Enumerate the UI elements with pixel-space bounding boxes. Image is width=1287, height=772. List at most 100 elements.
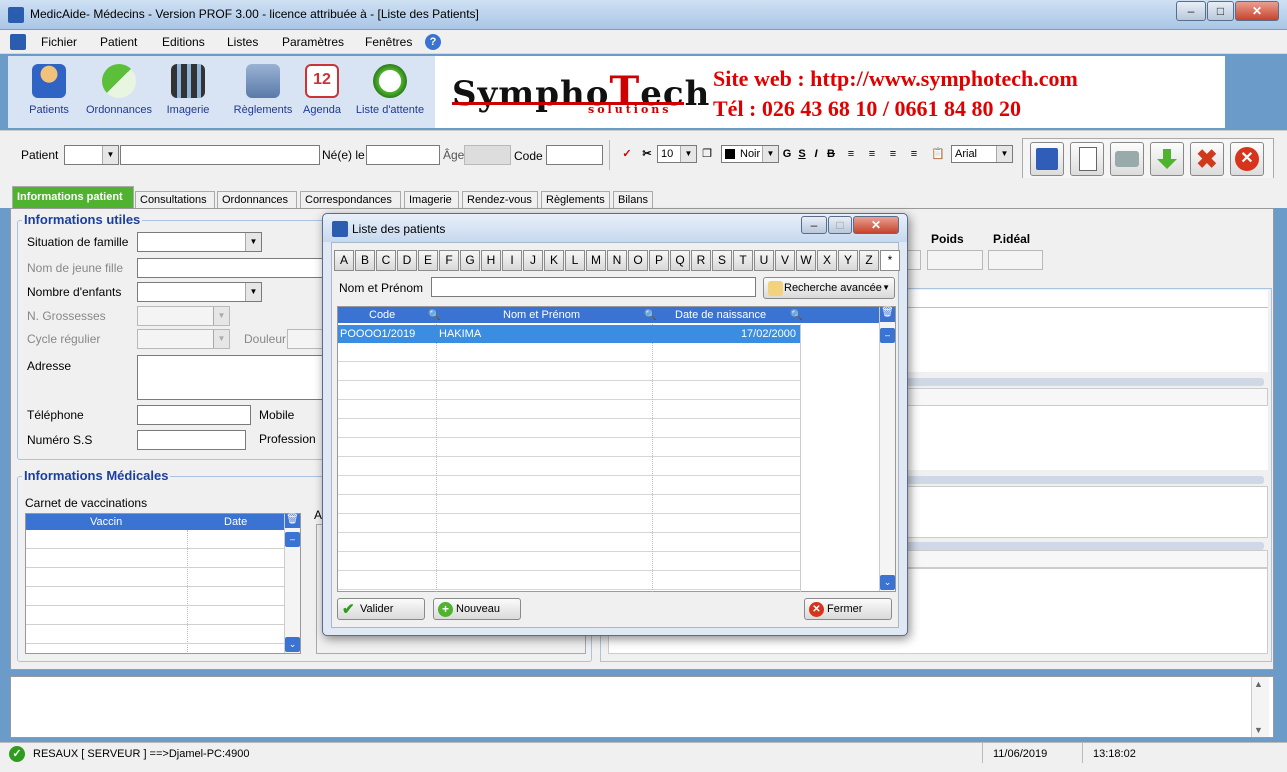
valider-button[interactable]: ✔ Valider: [337, 598, 425, 620]
letter-filter-q[interactable]: Q: [670, 250, 690, 271]
nouveau-button[interactable]: + Nouveau: [433, 598, 521, 620]
adresse-input[interactable]: [137, 355, 327, 400]
right-splitter-2[interactable]: [906, 476, 1264, 484]
letter-filter-c[interactable]: C: [376, 250, 396, 271]
underline-button[interactable]: S: [797, 145, 807, 163]
col-dob[interactable]: Date de naissance: [675, 307, 766, 323]
letter-filter-w[interactable]: W: [796, 250, 816, 271]
patient-type-select[interactable]: ▼: [64, 145, 119, 165]
letter-filter-t[interactable]: T: [733, 250, 753, 271]
scroll-down-icon[interactable]: ⌄: [285, 637, 300, 652]
strike-button[interactable]: B: [825, 145, 837, 163]
toolbar-liste-attente[interactable]: Liste d'attente: [350, 58, 430, 128]
toolbar-ordonnances[interactable]: Ordonnances: [84, 58, 154, 128]
menu-listes[interactable]: Listes: [227, 35, 258, 49]
toolbar-reglements[interactable]: Règlements: [222, 58, 304, 128]
born-date-input[interactable]: [366, 145, 440, 165]
letter-filter-all[interactable]: *: [880, 250, 900, 271]
delete-button[interactable]: ✖: [1190, 142, 1224, 176]
letter-filter-f[interactable]: F: [439, 250, 459, 271]
numero-ss-input[interactable]: [137, 430, 246, 450]
dialog-close-button[interactable]: ✕: [853, 216, 899, 234]
minimize-button[interactable]: –: [1176, 1, 1206, 21]
search-name-input[interactable]: [431, 277, 756, 297]
new-document-button[interactable]: [1070, 142, 1104, 176]
grid-trash-icon[interactable]: 🗑: [880, 307, 895, 322]
copy-icon[interactable]: ❐: [699, 145, 715, 163]
col-name[interactable]: Nom et Prénom: [503, 307, 580, 323]
trash-icon[interactable]: 🗑: [285, 514, 300, 528]
print-button[interactable]: [1110, 142, 1144, 176]
grid-scroll-down-icon[interactable]: ⌄: [880, 575, 895, 590]
nom-jeune-fille-input[interactable]: [137, 258, 327, 278]
letter-filter-b[interactable]: B: [355, 250, 375, 271]
save-button[interactable]: [1030, 142, 1064, 176]
help-icon[interactable]: ?: [425, 34, 441, 50]
menu-editions[interactable]: Editions: [162, 35, 205, 49]
tab-reglements[interactable]: Règlements: [541, 191, 610, 209]
menu-parametres[interactable]: Paramètres: [282, 35, 344, 49]
letter-filter-y[interactable]: Y: [838, 250, 858, 271]
letter-filter-k[interactable]: K: [544, 250, 564, 271]
spellcheck-icon[interactable]: ✓: [618, 145, 636, 163]
letter-filter-n[interactable]: N: [607, 250, 627, 271]
table-row[interactable]: POOOO1/2019 HAKIMA 17/02/2000: [338, 325, 800, 343]
letter-filter-v[interactable]: V: [775, 250, 795, 271]
toolbar-patients[interactable]: Patients: [14, 58, 84, 128]
toolbar-imagerie[interactable]: Imagerie: [158, 58, 218, 128]
col-code[interactable]: Code: [369, 307, 395, 323]
letter-filter-a[interactable]: A: [334, 250, 354, 271]
import-button[interactable]: [1150, 142, 1184, 176]
letter-filter-z[interactable]: Z: [859, 250, 879, 271]
letter-filter-r[interactable]: R: [691, 250, 711, 271]
patients-scrollbar[interactable]: [879, 307, 895, 591]
tab-imagerie[interactable]: Imagerie: [404, 191, 459, 209]
paste-icon[interactable]: 📋: [930, 145, 946, 163]
letter-filter-p[interactable]: P: [649, 250, 669, 271]
letter-filter-d[interactable]: D: [397, 250, 417, 271]
cut-icon[interactable]: ✂: [640, 145, 654, 163]
letter-filter-m[interactable]: M: [586, 250, 606, 271]
right-splitter-1[interactable]: [906, 378, 1264, 386]
right-splitter-3[interactable]: [906, 542, 1264, 550]
scroll-up-icon[interactable]: –: [285, 532, 300, 547]
letter-filter-i[interactable]: I: [502, 250, 522, 271]
nombre-enfants-select[interactable]: ▼: [137, 282, 262, 302]
code-input[interactable]: [546, 145, 603, 165]
advanced-search-button[interactable]: Recherche avancée ▼: [763, 277, 895, 299]
letter-filter-x[interactable]: X: [817, 250, 837, 271]
grid-scroll-up-icon[interactable]: –: [880, 328, 895, 343]
tab-informations-patient[interactable]: Informations patient: [12, 186, 134, 209]
justify-icon[interactable]: ≡: [906, 145, 922, 163]
dialog-minimize-button[interactable]: –: [801, 216, 827, 234]
tab-consultations[interactable]: Consultations: [135, 191, 215, 209]
letter-filter-u[interactable]: U: [754, 250, 774, 271]
notes-scroll-down-icon[interactable]: ▼: [1254, 725, 1263, 735]
italic-button[interactable]: I: [811, 145, 821, 163]
bold-button[interactable]: G: [782, 145, 792, 163]
notes-scroll-up-icon[interactable]: ▲: [1254, 679, 1263, 689]
patient-name-input[interactable]: [120, 145, 320, 165]
notes-scrollbar[interactable]: ▲ ▼: [1251, 677, 1269, 737]
align-right-icon[interactable]: ≡: [885, 145, 901, 163]
col-name-search-icon[interactable]: 🔍: [644, 308, 656, 324]
fermer-button[interactable]: ✕ Fermer: [804, 598, 892, 620]
tab-bilans[interactable]: Bilans: [613, 191, 653, 209]
tab-rendez-vous[interactable]: Rendez-vous: [462, 191, 538, 209]
letter-filter-h[interactable]: H: [481, 250, 501, 271]
col-code-search-icon[interactable]: 🔍: [428, 308, 440, 324]
menu-patient[interactable]: Patient: [100, 35, 137, 49]
situation-select[interactable]: ▼: [137, 232, 262, 252]
menu-fenetres[interactable]: Fenêtres: [365, 35, 412, 49]
align-center-icon[interactable]: ≡: [864, 145, 880, 163]
exit-button[interactable]: ✕: [1230, 142, 1264, 176]
letter-filter-o[interactable]: O: [628, 250, 648, 271]
font-size-select[interactable]: 10 ▼: [657, 145, 697, 163]
tab-correspondances[interactable]: Correspondances: [300, 191, 401, 209]
letter-filter-s[interactable]: S: [712, 250, 732, 271]
col-dob-search-icon[interactable]: 🔍: [790, 308, 802, 324]
telephone-input[interactable]: [137, 405, 251, 425]
font-family-select[interactable]: Arial ▼: [951, 145, 1013, 163]
letter-filter-l[interactable]: L: [565, 250, 585, 271]
maximize-button[interactable]: □: [1207, 1, 1234, 21]
